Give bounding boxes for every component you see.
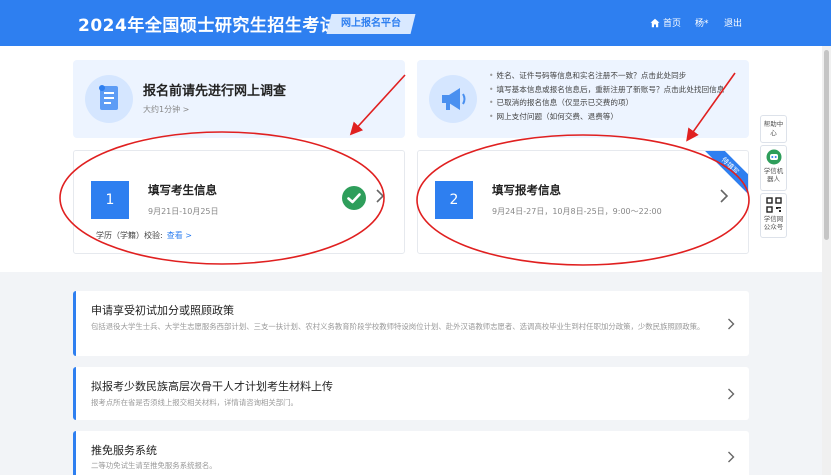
policy-title: 申请享受初试加分或照顾政策: [91, 304, 234, 317]
platform-badge: 网上报名平台: [326, 14, 416, 34]
home-icon: [650, 18, 660, 27]
step-date: 9月21日-10月25日: [148, 207, 219, 216]
wechat-qr-button[interactable]: 学信网公众号: [760, 193, 787, 238]
notice-item-payment[interactable]: 网上支付问题（如何交费、退费等）: [489, 110, 724, 124]
robot-icon: [766, 149, 781, 165]
verify-label: 学历（学籍）校验:: [96, 231, 163, 240]
chevron-right-icon: [728, 318, 735, 330]
chevron-right-icon: [728, 451, 735, 463]
robot-assistant-button[interactable]: 学信机器人: [760, 145, 787, 191]
top-header: 2024年全国硕士研究生招生考试 网上报名平台 首页 杨* 退出: [0, 0, 831, 46]
education-verify: 学历（学籍）校验: 查看 >: [96, 230, 192, 241]
policy-card-minority-upload[interactable]: 拟报考少数民族高层次骨干人才计划考生材料上传 报考点所在省是否须线上报交相关材料…: [73, 367, 749, 420]
notice-item-sync[interactable]: 姓名、证件号码等信息和实名注册不一致？点击此处同步: [489, 69, 724, 83]
policy-description: 二等功免试生请至推免服务系统报名。: [91, 461, 217, 470]
policy-title: 推免服务系统: [91, 444, 157, 457]
step-date: 9月24日-27日，10月8日-25日，9:00～22:00: [492, 207, 662, 216]
step-title: 填写考生信息: [148, 183, 217, 197]
chevron-right-icon: [720, 189, 729, 203]
step-title: 填写报考信息: [492, 183, 561, 197]
qr-code-icon: [765, 197, 782, 213]
step-card-application-info[interactable]: 待填写 2 填写报考信息 9月24日-27日，10月8日-25日，9:00～22…: [417, 150, 749, 254]
megaphone-icon: [429, 75, 477, 123]
step-card-applicant-info[interactable]: 1 填写考生信息 9月21日-10月25日 学历（学籍）校验: 查看 >: [73, 150, 405, 254]
policy-description: 包括退役大学生士兵、大学生志愿服务西部计划、三支一扶计划、农村义务教育阶段学校教…: [91, 322, 705, 331]
step-number: 1: [91, 181, 129, 219]
notice-item-recover[interactable]: 填写基本信息或报名信息后，重新注册了新账号？点击此处找回信息: [489, 83, 724, 97]
notice-item-cancelled[interactable]: 已取消的报名信息（仅显示已交费的项）: [489, 96, 724, 110]
verify-view-link[interactable]: 查看 >: [167, 230, 192, 241]
policy-card-bonus-points[interactable]: 申请享受初试加分或照顾政策 包括退役大学生士兵、大学生志愿服务西部计划、三支一扶…: [73, 291, 749, 356]
survey-title: 报名前请先进行网上调查: [143, 84, 287, 99]
nav-home-label: 首页: [663, 19, 682, 29]
policy-title: 拟报考少数民族高层次骨干人才计划考生材料上传: [91, 380, 333, 393]
help-center-button[interactable]: 帮助中心: [760, 115, 787, 143]
notice-list: 姓名、证件号码等信息和实名注册不一致？点击此处同步 填写基本信息或报名信息后，重…: [489, 69, 724, 123]
check-circle-icon: [342, 186, 366, 210]
nav-logout-link[interactable]: 退出: [724, 16, 742, 29]
step-number: 2: [435, 181, 473, 219]
platform-badge-label: 网上报名平台: [341, 18, 401, 29]
robot-label: 学信机器人: [763, 167, 784, 183]
nav-home-link[interactable]: 首页: [650, 16, 681, 29]
policy-card-recommendation-system[interactable]: 推免服务系统 二等功免试生请至推免服务系统报名。: [73, 431, 749, 475]
page-scrollbar[interactable]: [822, 46, 831, 475]
scrollbar-thumb[interactable]: [824, 50, 829, 240]
survey-duration-link[interactable]: 大约1分钟 >: [143, 104, 189, 115]
survey-card[interactable]: 报名前请先进行网上调查 大约1分钟 >: [73, 60, 405, 138]
page-title: 2024年全国硕士研究生招生考试: [78, 16, 338, 36]
notice-card: 姓名、证件号码等信息和实名注册不一致？点击此处同步 填写基本信息或报名信息后，重…: [417, 60, 749, 138]
nav-user-link[interactable]: 杨*: [695, 16, 709, 29]
qr-label: 学信网公众号: [763, 215, 784, 231]
chevron-right-icon: [728, 388, 735, 400]
chevron-right-icon: [376, 189, 385, 203]
policy-description: 报考点所在省是否须线上报交相关材料，详情请咨询相关部门。: [91, 398, 298, 407]
document-icon: [85, 75, 133, 123]
